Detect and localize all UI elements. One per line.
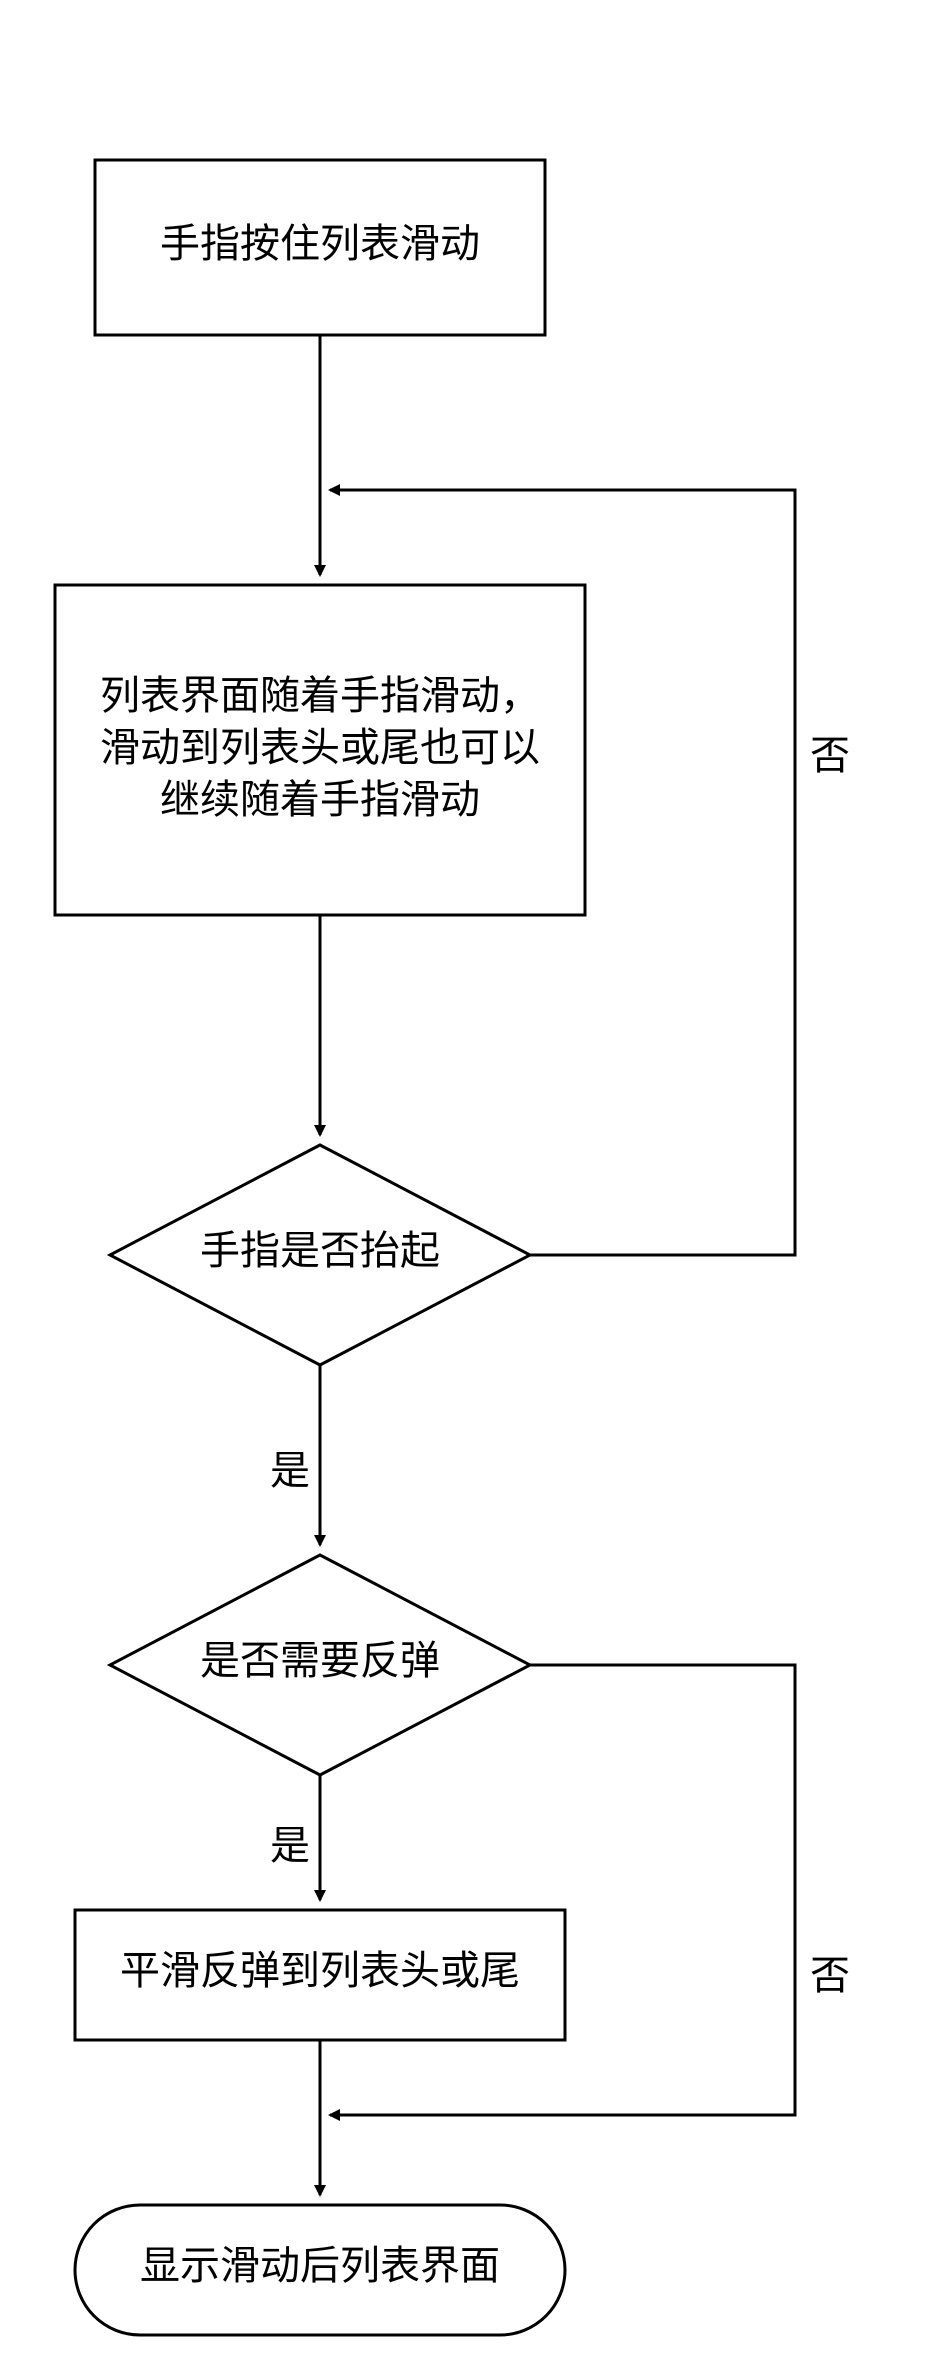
node-end: 显示滑动后列表界面: [75, 2205, 565, 2335]
node-slide-line2: 滑动到列表头或尾也可以: [100, 725, 540, 770]
node-bounce: 平滑反弹到列表头或尾: [75, 1910, 565, 2040]
edge-d2-no: 否: [330, 1665, 850, 2115]
node-slide: 列表界面随着手指滑动， 滑动到列表头或尾也可以 继续随着手指滑动: [55, 585, 585, 915]
edge-d1-no-label: 否: [810, 733, 850, 778]
node-slide-line1: 列表界面随着手指滑动，: [100, 673, 540, 718]
node-bounce-text: 平滑反弹到列表头或尾: [120, 1948, 520, 1993]
flowchart: 手指按住列表滑动 列表界面随着手指滑动， 滑动到列表头或尾也可以 继续随着手指滑…: [0, 0, 940, 2370]
decision-finger-lifted: 手指是否抬起: [110, 1145, 530, 1365]
decision-finger-text: 手指是否抬起: [200, 1228, 440, 1273]
edge-d2-yes: 是: [270, 1775, 320, 1900]
node-start-text: 手指按住列表滑动: [160, 221, 480, 266]
edge-d2-no-label: 否: [810, 1953, 850, 1998]
edge-d2-yes-label: 是: [270, 1823, 310, 1868]
node-slide-line3: 继续随着手指滑动: [160, 777, 480, 822]
edge-d1-yes-label: 是: [270, 1448, 310, 1493]
node-end-text: 显示滑动后列表界面: [140, 2243, 500, 2288]
node-start: 手指按住列表滑动: [95, 160, 545, 335]
decision-need-bounce: 是否需要反弹: [110, 1555, 530, 1775]
edge-d1-yes: 是: [270, 1365, 320, 1545]
decision-bounce-text: 是否需要反弹: [200, 1638, 440, 1683]
